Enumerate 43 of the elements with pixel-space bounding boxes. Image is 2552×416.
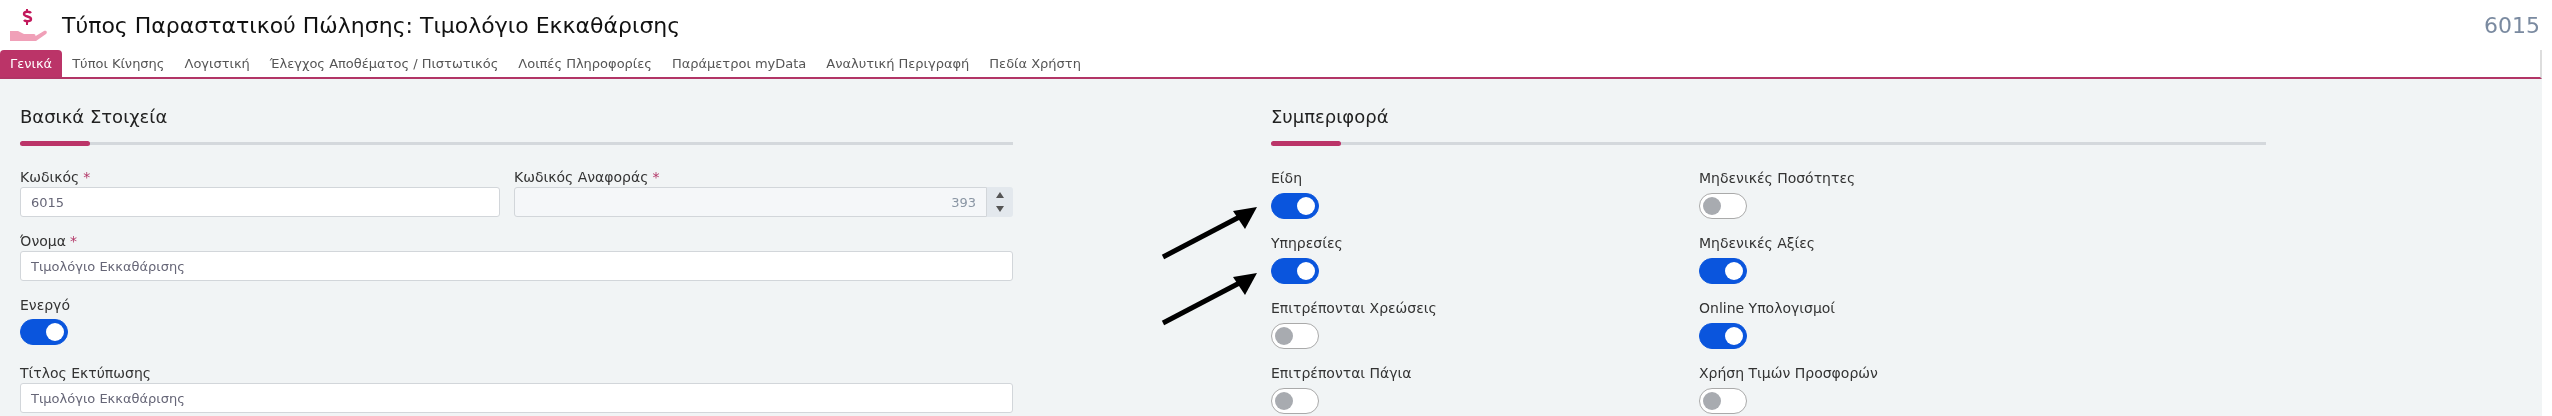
toggle-switch[interactable] [1699, 193, 1747, 219]
toggle-label: Online Υπολογισμοί [1699, 299, 1836, 318]
toggle-label: Επιτρέπονται Πάγια [1271, 364, 1412, 383]
toggle-switch[interactable] [20, 319, 68, 345]
toggle-label: Μηδενικές Ποσότητες [1699, 169, 1856, 188]
toggle-switch[interactable] [1271, 323, 1319, 349]
document-code: 6015 [2484, 12, 2540, 38]
field-label: Όνομα [20, 233, 66, 249]
tab[interactable]: Πεδία Χρήστη [979, 50, 1091, 77]
spinner-button[interactable] [987, 187, 1013, 217]
toggle-switch[interactable] [1699, 258, 1747, 284]
hand-dollar-icon [8, 7, 48, 43]
toggle-switch[interactable] [1271, 258, 1319, 284]
input-field[interactable]: Τιμολόγιο Εκκαθάρισης [20, 251, 1013, 281]
toggle-label: Χρήση Τιμών Προσφορών [1699, 364, 1878, 383]
required-mark: * [652, 169, 660, 185]
section-title: Βασικά Στοιχεία [20, 105, 169, 129]
tab[interactable]: Τύποι Κίνησης [62, 50, 175, 77]
tab[interactable]: Έλεγχος Αποθέματος / Πιστωτικός [259, 50, 509, 77]
toggle-label: Μηδενικές Αξίες [1699, 234, 1816, 253]
input-field[interactable]: Τιμολόγιο Εκκαθάρισης [20, 383, 1013, 413]
tab[interactable]: Λογιστική [174, 50, 260, 77]
up-down-arrows-icon [995, 190, 1005, 214]
input-field[interactable]: 6015 [20, 187, 500, 217]
toggle-label: Είδη [1271, 169, 1303, 188]
toggle-label: Επιτρέπονται Χρεώσεις [1271, 299, 1437, 318]
page-title: Τύπος Παραστατικού Πώλησης: Τιμολόγιο Εκκαθάρισης [62, 12, 681, 38]
field-label: Κωδικός [20, 169, 80, 185]
required-mark: * [83, 169, 91, 185]
field-label: Τίτλος Εκτύπωσης [20, 365, 151, 381]
toggle-switch[interactable] [1699, 388, 1747, 414]
tab[interactable]: Αναλυτική Περιγραφή [816, 50, 980, 77]
tab[interactable]: Παράμετροι myData [661, 50, 817, 77]
required-mark: * [69, 233, 77, 249]
field-label: Ενεργό [20, 297, 70, 313]
tab[interactable]: Λοιπές Πληροφορίες [508, 50, 662, 77]
toggle-switch[interactable] [1271, 388, 1319, 414]
toggle-label: Υπηρεσίες [1271, 234, 1343, 253]
tab[interactable]: Γενικά [0, 50, 63, 77]
toggle-switch[interactable] [1699, 323, 1747, 349]
section-title: Συμπεριφορά [1271, 105, 1390, 129]
field-label: Κωδικός Αναφοράς [514, 169, 649, 185]
toggle-switch[interactable] [1271, 193, 1319, 219]
